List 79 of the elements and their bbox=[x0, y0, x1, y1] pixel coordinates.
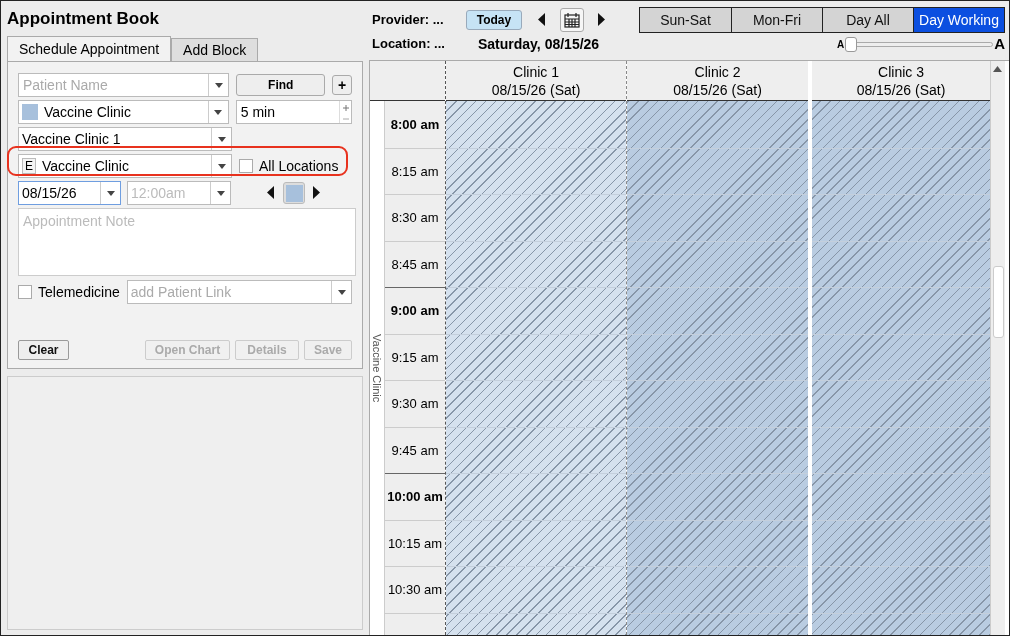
appointment-note-field[interactable]: Appointment Note bbox=[18, 208, 356, 276]
app-title: Appointment Book bbox=[6, 7, 161, 30]
date-title: Saturday, 08/15/26 bbox=[478, 34, 600, 54]
column-name: Clinic 3 bbox=[878, 62, 924, 81]
caret-icon bbox=[216, 190, 225, 196]
calendar-icon bbox=[564, 12, 580, 28]
patient-name-field[interactable]: Patient Name bbox=[18, 73, 230, 97]
time-label: 9:15 am bbox=[391, 348, 439, 367]
caret-icon bbox=[217, 136, 226, 142]
time-label: 8:15 am bbox=[391, 162, 439, 181]
left-triangle-icon bbox=[267, 186, 274, 199]
dropdown-value: Vaccine Clinic bbox=[41, 156, 130, 176]
text-input[interactable]: add Patient Link bbox=[127, 281, 331, 303]
text-input[interactable]: Patient Name bbox=[19, 74, 209, 96]
time-field[interactable]: 12:00am bbox=[127, 181, 231, 205]
today-button[interactable]: Today bbox=[466, 10, 522, 30]
scrollbar-thumb[interactable] bbox=[993, 266, 1004, 338]
caret-icon bbox=[217, 163, 226, 169]
column-date: 08/15/26 (Sat) bbox=[673, 80, 762, 99]
right-triangle-icon bbox=[313, 186, 320, 199]
time-label: 10:00 am bbox=[387, 488, 443, 506]
tab[interactable]: Schedule Appointment bbox=[7, 36, 172, 61]
previous-button[interactable] bbox=[267, 186, 275, 200]
tab[interactable]: Add Block bbox=[171, 38, 259, 61]
slider-thumb[interactable] bbox=[845, 36, 858, 52]
view-tab[interactable]: Day All bbox=[822, 8, 913, 32]
date-field[interactable]: 08/15/26 bbox=[18, 181, 121, 205]
time-label: 10:15 am bbox=[387, 534, 443, 553]
patient-link-field[interactable]: add Patient Link bbox=[126, 280, 352, 304]
form-button[interactable]: Clear bbox=[18, 340, 69, 360]
time-label: 9:30 am bbox=[391, 395, 439, 413]
view-tab[interactable]: Sun-Sat bbox=[640, 8, 731, 32]
checkbox-label: All Locations bbox=[259, 156, 339, 176]
column-name: Clinic 1 bbox=[513, 62, 559, 81]
view-tab[interactable]: Day Working bbox=[913, 8, 1004, 32]
caret-icon bbox=[214, 109, 223, 115]
checkbox[interactable] bbox=[239, 159, 253, 173]
caret-icon bbox=[106, 190, 115, 196]
column-name: Clinic 2 bbox=[694, 62, 741, 81]
view-tab[interactable]: Mon-Fri bbox=[731, 8, 822, 32]
location-label: Location: ... bbox=[372, 35, 446, 54]
large-font-label: A bbox=[994, 33, 1005, 54]
right-triangle-icon bbox=[598, 13, 605, 26]
small-font-label: A bbox=[836, 37, 845, 52]
provider-label: Provider: ... bbox=[372, 11, 445, 30]
plus-icon bbox=[342, 104, 349, 111]
appointment-type-dropdown[interactable]: Vaccine Clinic bbox=[18, 100, 229, 124]
font-size-slider[interactable] bbox=[845, 36, 994, 52]
facility-badge: E bbox=[22, 158, 36, 174]
time-label: 9:45 am bbox=[391, 441, 439, 460]
calendar-button[interactable] bbox=[560, 8, 584, 32]
dropdown-value: Vaccine Clinic bbox=[43, 102, 132, 122]
previous-button[interactable] bbox=[538, 13, 546, 27]
resource-label: Vaccine Clinic bbox=[370, 333, 385, 403]
location-dropdown[interactable]: Vaccine Clinic 1 bbox=[18, 127, 232, 151]
time-label: 8:30 am bbox=[391, 209, 439, 227]
caret-icon bbox=[337, 289, 346, 295]
time-label: 10:30 am bbox=[387, 581, 443, 599]
next-button[interactable] bbox=[598, 13, 606, 27]
column-date: 08/15/26 (Sat) bbox=[491, 80, 581, 99]
add-button[interactable]: + bbox=[332, 75, 352, 95]
facility-dropdown[interactable]: E Vaccine Clinic bbox=[18, 154, 232, 178]
find-button[interactable]: Find bbox=[236, 74, 326, 96]
scroll-up-icon bbox=[993, 66, 1002, 72]
text-input[interactable]: 12:00am bbox=[128, 182, 210, 204]
time-label: 8:00 am bbox=[390, 115, 440, 134]
checkbox[interactable] bbox=[18, 285, 32, 299]
left-triangle-icon bbox=[538, 13, 545, 26]
column-date: 08/15/26 (Sat) bbox=[856, 80, 946, 99]
time-label: 9:00 am bbox=[390, 302, 440, 320]
next-button[interactable] bbox=[313, 186, 321, 200]
dropdown-value: Vaccine Clinic 1 bbox=[21, 129, 122, 149]
duration-spinner[interactable]: 5 min bbox=[235, 100, 352, 124]
caret-icon bbox=[214, 82, 223, 88]
scrollbar[interactable] bbox=[990, 61, 1005, 635]
date-value: 08/15/26 bbox=[21, 183, 78, 203]
time-label: 8:45 am bbox=[391, 255, 439, 274]
checkbox-label: Telemedicine bbox=[38, 282, 120, 302]
minus-icon bbox=[342, 117, 349, 120]
